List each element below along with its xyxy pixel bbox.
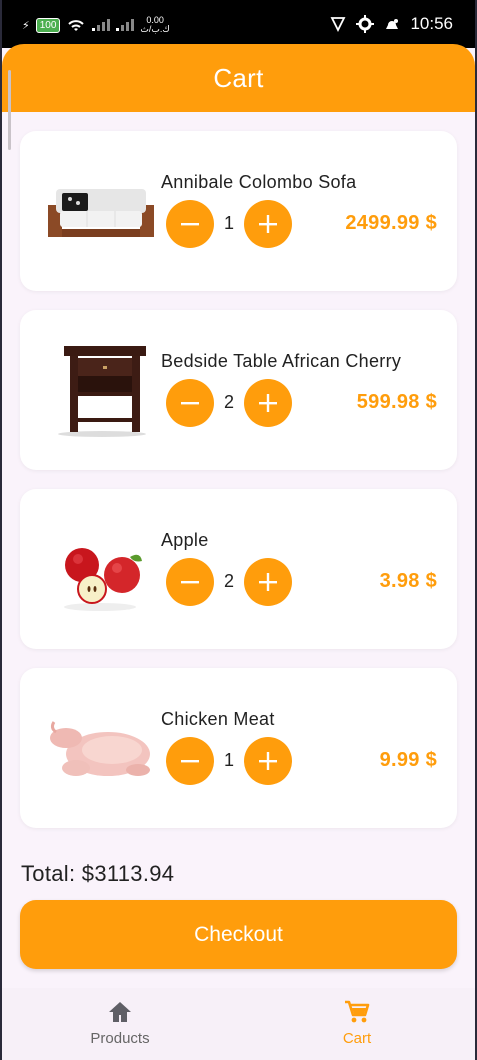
nav-item-products[interactable]: Products	[60, 1000, 180, 1047]
plus-icon	[259, 573, 277, 591]
item-price: 599.98 $	[356, 391, 437, 413]
battery-indicator: 100	[35, 17, 61, 33]
product-name: Annibale Colombo Sofa	[161, 172, 357, 192]
product-name: Apple	[161, 530, 209, 550]
wifi-icon	[68, 20, 85, 31]
quantity-value: 2	[223, 571, 234, 591]
app-bar: Cart	[2, 44, 475, 112]
increase-quantity-button[interactable]	[244, 558, 292, 606]
signal-icon	[92, 19, 111, 31]
product-name: Bedside Table African Cherry	[161, 351, 402, 371]
apple-image	[64, 548, 142, 611]
decrease-quantity-button[interactable]	[166, 737, 214, 785]
bedside-table-image	[58, 346, 146, 437]
charging-icon: ⚡	[22, 19, 30, 32]
home-icon	[109, 1002, 131, 1022]
nav-label-cart: Cart	[342, 1030, 372, 1047]
net-speed-unit: ك.ب/ث	[140, 24, 170, 34]
chicken-image	[50, 721, 150, 776]
checkout-button[interactable]: Checkout	[20, 900, 457, 969]
signal-icon-secondary	[116, 19, 135, 31]
cart-item-card: Apple 2 3.98 $	[20, 489, 457, 649]
app-screen: ⚡ 100 0.00 ك.ب/ث 10:56 Cart Annibale Col…	[2, 0, 475, 1060]
status-left: ⚡ 100 0.00 ك.ب/ث	[22, 16, 170, 34]
minus-icon	[181, 402, 199, 405]
nav-label-products: Products	[90, 1030, 150, 1047]
product-name: Chicken Meat	[161, 709, 275, 729]
minus-icon	[181, 581, 199, 584]
cart-icon	[345, 1000, 370, 1023]
increase-quantity-button[interactable]	[244, 200, 292, 248]
status-bar: ⚡ 100 0.00 ك.ب/ث 10:56	[2, 0, 475, 48]
minus-icon	[181, 223, 199, 226]
plus-icon	[259, 752, 277, 770]
decrease-quantity-button[interactable]	[166, 200, 214, 248]
decrease-quantity-button[interactable]	[166, 379, 214, 427]
plus-icon	[259, 394, 277, 412]
scrollbar[interactable]	[8, 70, 11, 150]
status-right: 10:56	[330, 14, 453, 34]
nav-item-cart[interactable]: Cart	[297, 1000, 417, 1047]
item-price: 2499.99 $	[345, 212, 437, 234]
cart-item-card: Annibale Colombo Sofa 1 2499.99 $	[20, 131, 457, 291]
settings-gear-icon	[356, 15, 375, 33]
quantity-value: 1	[223, 750, 234, 770]
item-price: 9.99 $	[379, 749, 437, 771]
item-price: 3.98 $	[379, 570, 437, 592]
net-speed: 0.00 ك.ب/ث	[140, 16, 169, 34]
cart-total: Total: $3113.94	[21, 861, 175, 886]
sofa-image	[48, 189, 154, 237]
page-title: Cart	[213, 62, 264, 93]
cart-item-card: Chicken Meat 1 9.99 $	[20, 668, 457, 828]
notification-icon	[386, 19, 399, 29]
quantity-value: 2	[223, 392, 234, 412]
increase-quantity-button[interactable]	[244, 379, 292, 427]
quantity-value: 1	[223, 213, 234, 233]
vpn-shield-icon	[330, 17, 346, 32]
increase-quantity-button[interactable]	[244, 737, 292, 785]
clock: 10:56	[410, 14, 453, 33]
decrease-quantity-button[interactable]	[166, 558, 214, 606]
minus-icon	[181, 760, 199, 763]
bottom-navigation: Products Cart	[2, 988, 475, 1060]
plus-icon	[259, 215, 277, 233]
cart-item-card: Bedside Table African Cherry 2 599.98 $	[20, 310, 457, 470]
